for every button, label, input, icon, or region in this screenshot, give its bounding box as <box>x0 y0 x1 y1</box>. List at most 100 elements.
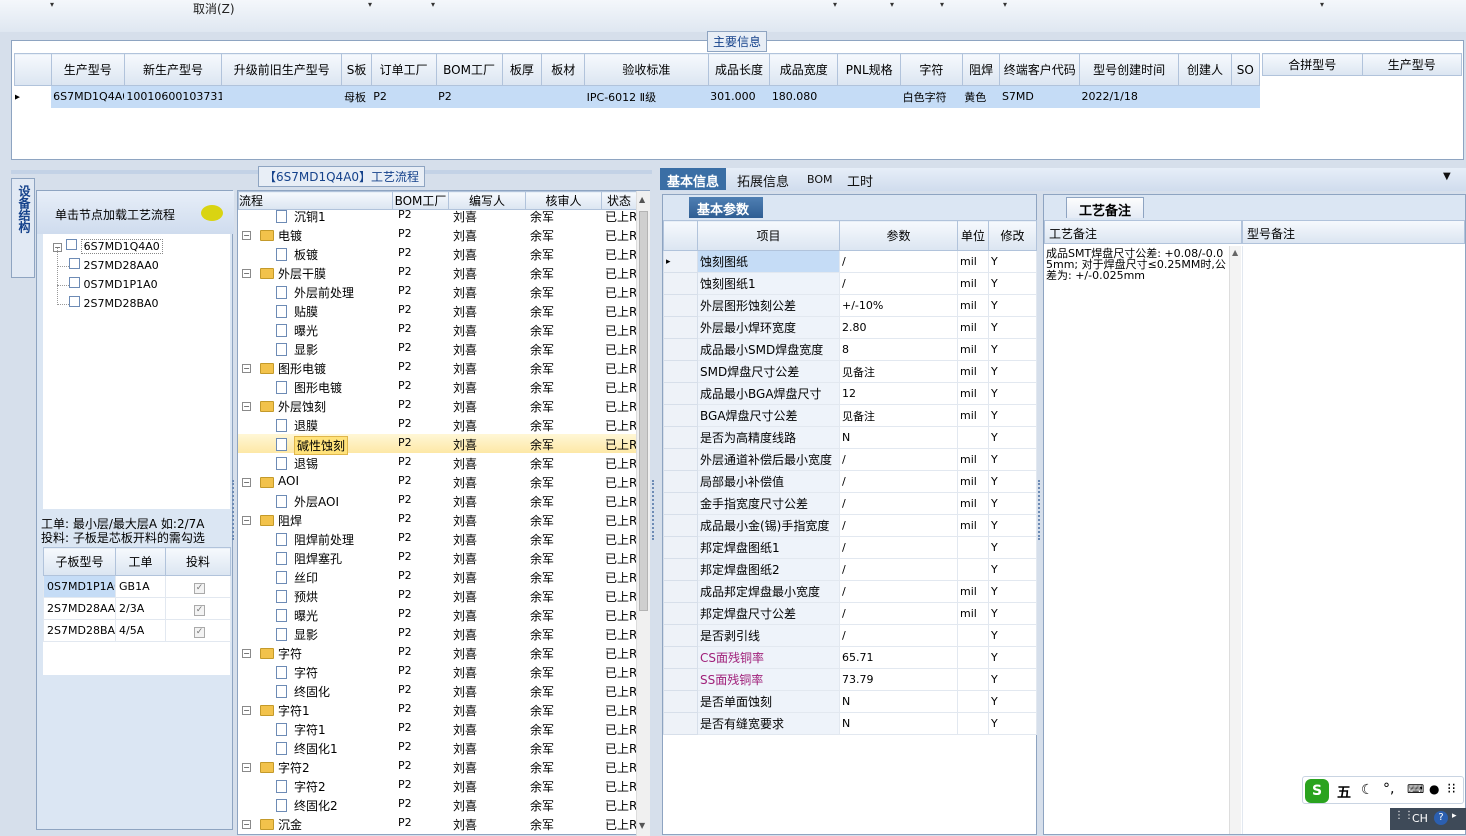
flow-row[interactable]: 显影 P2 刘喜 余军 已上R <box>238 624 636 643</box>
tree-node[interactable]: 2S7MD28AA0 <box>57 258 159 272</box>
splitter-handle[interactable] <box>232 480 236 540</box>
side-tab[interactable]: 设备结构 <box>11 178 35 278</box>
param-row[interactable]: 成品邦定焊盘最小宽度 / mil Y <box>663 580 1037 603</box>
param-row[interactable]: ▸ 蚀刻图纸 / mil Y <box>663 250 1037 273</box>
flow-row[interactable]: 终固化1 P2 刘喜 余军 已上R <box>238 738 636 757</box>
flow-row[interactable]: 退锡 P2 刘喜 余军 已上R <box>238 453 636 472</box>
param-value[interactable]: 见备注 <box>839 360 958 383</box>
chevron-down-icon[interactable]: ▾ <box>50 0 54 9</box>
punct-icon[interactable]: °, <box>1383 781 1394 797</box>
main-cell[interactable]: 母板 <box>341 85 372 108</box>
main-cell[interactable] <box>541 85 585 108</box>
param-value[interactable]: / <box>839 602 958 625</box>
param-value[interactable]: / <box>839 250 958 273</box>
main-cell[interactable]: 白色字符 <box>900 85 963 108</box>
main-col-header[interactable]: 阻焊 <box>961 53 1001 86</box>
param-row[interactable]: 局部最小补偿值 / mil Y <box>663 470 1037 493</box>
splitter-handle[interactable] <box>652 480 656 540</box>
param-col-header[interactable]: 参数 <box>839 220 958 251</box>
param-row[interactable]: 外层通道补偿后最小宽度 / mil Y <box>663 448 1037 471</box>
param-row[interactable]: 成品最小BGA焊盘尺寸 12 mil Y <box>663 382 1037 405</box>
main-cell[interactable] <box>502 85 542 108</box>
collapse-icon[interactable]: − <box>242 402 251 411</box>
moon-icon[interactable]: ☾ <box>1361 782 1374 798</box>
flow-row[interactable]: 字符2 P2 刘喜 余军 已上R <box>238 776 636 795</box>
splitter-handle[interactable] <box>1038 480 1042 540</box>
scroll-up-icon[interactable]: ▲ <box>639 195 645 204</box>
param-col-header[interactable]: 项目 <box>697 220 840 251</box>
sub-board-row[interactable]: 0S7MD1P1A0 GB1A ✓ <box>43 575 231 598</box>
main-col-header[interactable]: 生产型号 <box>50 53 125 86</box>
flow-row[interactable]: 图形电镀 P2 刘喜 余军 已上R <box>238 377 636 396</box>
main-col-header[interactable]: 创建人 <box>1178 53 1232 86</box>
param-value[interactable]: / <box>839 492 958 515</box>
flow-scrollbar[interactable]: ▲ ▼ <box>636 191 650 836</box>
main-cell[interactable]: S7MD <box>999 85 1080 108</box>
flow-row[interactable]: 曝光 P2 刘喜 余军 已上R <box>238 605 636 624</box>
main-col-header[interactable]: 订单工厂 <box>370 53 437 86</box>
main-cell[interactable]: 10010600103731 <box>124 85 222 108</box>
param-value[interactable]: / <box>839 448 958 471</box>
main-col-header[interactable]: 终端客户代码 <box>999 53 1080 86</box>
param-value[interactable]: / <box>839 470 958 493</box>
param-row[interactable]: SMD焊盘尺寸公差 见备注 mil Y <box>663 360 1037 383</box>
flow-row[interactable]: − 外层干膜 P2 刘喜 余军 已上R <box>238 263 636 282</box>
process-remarks-text[interactable]: 成品SMT焊盘尺寸公差: +0.08/-0.05mm; 对于焊盘尺寸≤0.25M… <box>1046 248 1226 281</box>
flow-row[interactable]: 贴膜 P2 刘喜 余军 已上R <box>238 301 636 320</box>
param-row[interactable]: CS面残铜率 65.71 Y <box>663 646 1037 669</box>
flow-row[interactable]: − 沉金 P2 刘喜 余军 已上R <box>238 814 636 833</box>
main-col-header[interactable]: 字符 <box>900 53 963 86</box>
main-col-header[interactable]: S板 <box>341 53 372 86</box>
main-cell[interactable]: 6S7MD1Q4A0 <box>51 85 125 108</box>
flow-row[interactable]: − AOI P2 刘喜 余军 已上R <box>238 472 636 491</box>
main-cell[interactable]: 黄色 <box>962 85 1000 108</box>
main-col-header[interactable]: SO <box>1230 53 1260 86</box>
main-cell[interactable] <box>837 85 901 108</box>
main-col-header[interactable]: 验收标准 <box>584 53 709 86</box>
param-row[interactable]: 是否为高精度线路 N Y <box>663 426 1037 449</box>
tab-bom[interactable]: BOM <box>800 170 840 192</box>
collapse-icon[interactable]: − <box>242 706 251 715</box>
main-col-header[interactable]: 新生产型号 <box>123 53 223 86</box>
sub-col-header[interactable]: 工单 <box>115 547 166 576</box>
main-col-header[interactable]: 成品长度 <box>707 53 771 86</box>
flow-row[interactable]: 沉铜1 P2 刘喜 余军 已上R <box>238 206 636 225</box>
param-row[interactable]: 成品最小金(锡)手指宽度 / mil Y <box>663 514 1037 537</box>
flow-row[interactable]: − 阻焊 P2 刘喜 余军 已上R <box>238 510 636 529</box>
collapse-icon[interactable]: − <box>242 649 251 658</box>
tab-work-hours[interactable]: 工时 <box>840 168 880 190</box>
param-col-header[interactable]: 单位 <box>957 220 989 251</box>
flow-row[interactable]: − 字符 P2 刘喜 余军 已上R <box>238 643 636 662</box>
param-value[interactable]: / <box>839 580 958 603</box>
chevron-down-icon[interactable]: ▾ <box>431 0 435 9</box>
sub-board-row[interactable]: 2S7MD28BA0 4/5A ✓ <box>43 619 231 642</box>
param-value[interactable]: / <box>839 536 958 559</box>
main-col-header[interactable]: 板材 <box>541 53 586 86</box>
cancel-button[interactable]: 取消(Z) <box>193 0 235 17</box>
grid-icon[interactable]: ⁝⁝ <box>1447 781 1456 797</box>
param-value[interactable]: 12 <box>839 382 958 405</box>
main-col-header[interactable]: 升级前旧生产型号 <box>221 53 343 86</box>
chevron-down-icon[interactable]: ▾ <box>1003 0 1007 9</box>
flow-row[interactable]: − 字符1 P2 刘喜 余军 已上R <box>238 700 636 719</box>
param-row[interactable]: 邦定焊盘尺寸公差 / mil Y <box>663 602 1037 625</box>
param-value[interactable]: / <box>839 272 958 295</box>
flow-row[interactable]: 丝印 P2 刘喜 余军 已上R <box>238 567 636 586</box>
param-row[interactable]: 是否剥引线 / Y <box>663 624 1037 647</box>
main-col-header[interactable]: PNL规格 <box>837 53 902 86</box>
param-row[interactable]: 成品最小SMD焊盘宽度 8 mil Y <box>663 338 1037 361</box>
param-row[interactable]: BGA焊盘尺寸公差 见备注 mil Y <box>663 404 1037 427</box>
main-cell[interactable]: 180.080 <box>769 85 838 108</box>
flow-row[interactable]: 阻焊前处理 P2 刘喜 余军 已上R <box>238 529 636 548</box>
chevron-down-icon[interactable]: ▾ <box>833 0 837 9</box>
param-value[interactable]: N <box>839 690 958 713</box>
flow-row[interactable]: 字符 P2 刘喜 余军 已上R <box>238 662 636 681</box>
main-col-header[interactable]: 板厚 <box>501 53 543 86</box>
param-row[interactable]: 金手指宽度尺寸公差 / mil Y <box>663 492 1037 515</box>
remarks-scrollbar[interactable]: ▲ <box>1229 246 1241 834</box>
main-cell[interactable]: IPC-6012 Ⅱ级 <box>584 85 709 108</box>
flow-row[interactable]: − 外层蚀刻 P2 刘喜 余军 已上R <box>238 396 636 415</box>
param-row[interactable]: 是否单面蚀刻 N Y <box>663 690 1037 713</box>
scroll-up-icon[interactable]: ▲ <box>1232 248 1238 257</box>
flow-row[interactable]: 曝光 P2 刘喜 余军 已上R <box>238 320 636 339</box>
